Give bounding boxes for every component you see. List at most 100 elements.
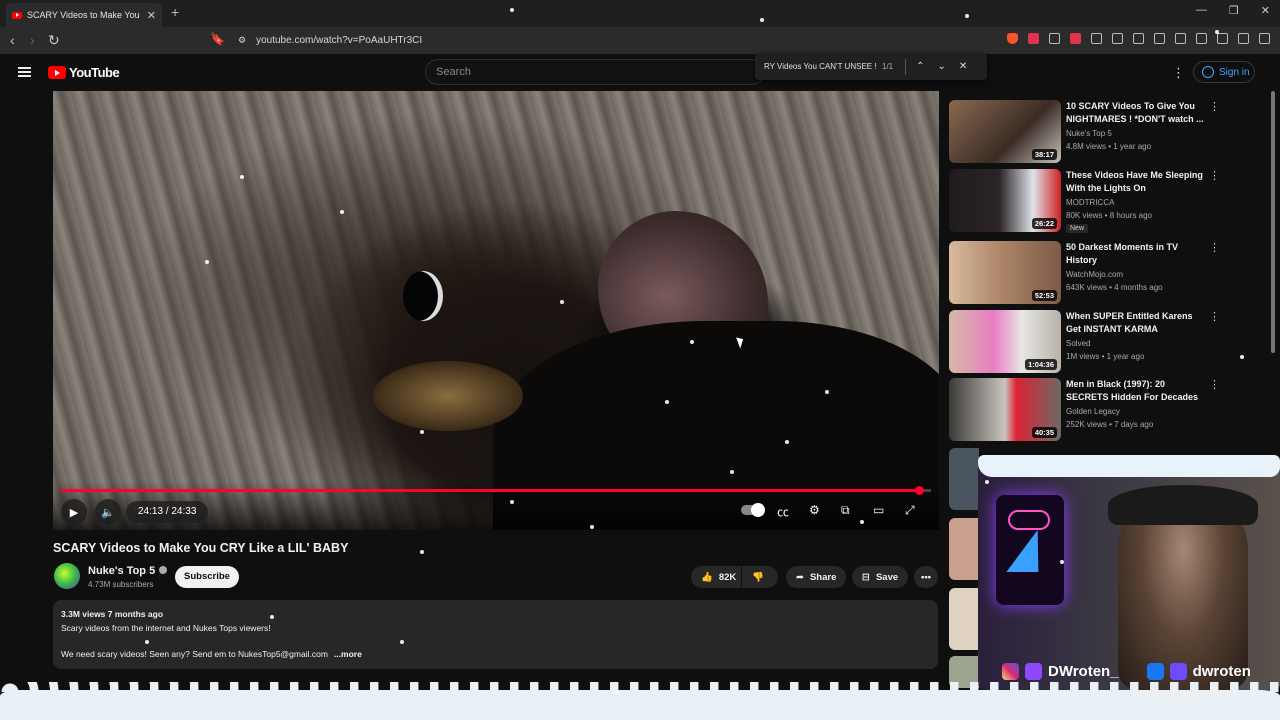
captions-icon[interactable]: ㏄	[777, 503, 789, 520]
wallet-icon[interactable]	[1196, 33, 1207, 44]
find-query-input[interactable]: RY Videos You CAN'T UNSEE !	[764, 62, 876, 71]
close-window-icon[interactable]: ✕	[1261, 4, 1270, 17]
vpn-icon[interactable]	[1238, 33, 1249, 44]
page-scrollbar[interactable]	[1271, 91, 1277, 353]
progress-bar[interactable]	[61, 486, 931, 495]
dislike-button[interactable]: 👎	[742, 566, 778, 588]
video-player[interactable]: ▶ 🔈 24:13 / 24:33 ㏄ ⚙ ⧉ ▭ ⤢	[53, 91, 939, 530]
account-icon	[1202, 66, 1214, 78]
extension-icon[interactable]	[1070, 33, 1081, 44]
extension-icon[interactable]	[1049, 33, 1060, 44]
snowflake	[145, 640, 149, 644]
bookmark-icon[interactable]: 🔖	[210, 32, 225, 46]
minimize-icon[interactable]: —	[1196, 4, 1207, 17]
fullscreen-icon[interactable]: ⤢	[905, 503, 915, 518]
recommendation-channel[interactable]: Golden Legacy	[1066, 407, 1120, 416]
more-options-icon[interactable]: ⋮	[1209, 378, 1220, 391]
recommendation-title[interactable]: 50 Darkest Moments in TV History	[1066, 241, 1206, 267]
bookmark-save-icon: ⊟	[862, 571, 870, 583]
share-button[interactable]: ➦ Share	[786, 566, 847, 588]
progress-fill	[61, 489, 919, 492]
sign-in-button[interactable]: Sign in	[1193, 61, 1255, 83]
description-box[interactable]: 3.3M views 7 months ago Scary videos fro…	[53, 600, 938, 669]
puzzle-icon[interactable]	[1112, 33, 1123, 44]
recommendation-item[interactable]: 38:17 10 SCARY Videos To Give You NIGHTM…	[949, 100, 1269, 164]
music-icon[interactable]	[1154, 33, 1165, 44]
recommendation-channel[interactable]: Solved	[1066, 339, 1090, 348]
find-match-count: 1/1	[882, 62, 894, 71]
recommendation-meta: 80K views • 8 hours ago	[1066, 211, 1152, 220]
cast-icon[interactable]: ▭	[873, 503, 884, 517]
new-tab-button[interactable]: +	[171, 4, 179, 20]
cloud-icon	[1008, 510, 1050, 530]
forward-icon[interactable]: ›	[30, 32, 35, 48]
social-handle: DWroten_	[1048, 663, 1119, 680]
reload-icon[interactable]: ↻	[48, 32, 60, 49]
recommendation-channel[interactable]: MODTRICCA	[1066, 198, 1114, 207]
video-thumbnail[interactable]: 1:04:36	[949, 310, 1061, 373]
recommendation-item[interactable]: 52:53 50 Darkest Moments in TV History W…	[949, 241, 1269, 305]
channel-avatar[interactable]	[54, 563, 80, 589]
thumbs-up-icon: 👍	[701, 571, 713, 583]
hamburger-menu-icon[interactable]	[18, 67, 31, 77]
youtube-logo[interactable]: YouTube	[48, 65, 120, 80]
more-options-icon[interactable]: ⋮	[1172, 65, 1185, 81]
video-thumbnail[interactable]	[949, 448, 979, 510]
save-button[interactable]: ⊟ Save	[852, 566, 909, 588]
video-thumbnail[interactable]: 26:22	[949, 169, 1061, 232]
browser-tab[interactable]: SCARY Videos to Make You C ✕	[6, 3, 162, 27]
scrollbar-thumb[interactable]	[1271, 91, 1275, 353]
site-info-icon[interactable]: ⚙	[238, 35, 246, 46]
url-field[interactable]: ⚙ youtube.com/watch?v=PoAaUHTr3CI	[230, 30, 960, 51]
find-next-icon[interactable]: ⌄	[938, 61, 946, 72]
more-options-icon[interactable]: ⋮	[1209, 310, 1220, 323]
rewards-icon[interactable]	[1028, 33, 1039, 44]
recommendation-channel[interactable]: Nuke's Top 5	[1066, 129, 1112, 138]
leo-icon[interactable]	[1217, 33, 1228, 44]
sidebar-icon[interactable]	[1175, 33, 1186, 44]
recommendation-title[interactable]: Men in Black (1997): 20 SECRETS Hidden F…	[1066, 378, 1206, 404]
autoplay-toggle[interactable]	[741, 503, 765, 517]
video-thumbnail[interactable]	[949, 518, 979, 580]
progress-scrubber[interactable]	[914, 486, 924, 495]
recommendation-meta: 252K views • 7 days ago	[1066, 420, 1154, 429]
restore-icon[interactable]: ❐	[1229, 4, 1239, 17]
recommendation-item[interactable]: 40:35 Men in Black (1997): 20 SECRETS Hi…	[949, 378, 1269, 442]
snowflake	[1240, 355, 1244, 359]
channel-name[interactable]: Nuke's Top 5	[88, 565, 168, 577]
more-actions-button[interactable]: •••	[914, 566, 938, 588]
settings-icon[interactable]: ⚙	[809, 503, 820, 517]
more-options-icon[interactable]: ⋮	[1209, 100, 1220, 113]
like-button[interactable]: 👍 82K	[691, 566, 741, 588]
brave-shield-icon[interactable]	[1007, 33, 1018, 44]
volume-icon[interactable]: 🔈	[95, 499, 121, 525]
verified-icon	[159, 566, 168, 574]
video-thumbnail[interactable]: 40:35	[949, 378, 1061, 441]
recommendation-channel[interactable]: WatchMojo.com	[1066, 270, 1123, 279]
video-title: SCARY Videos to Make You CRY Like a LIL'…	[53, 541, 349, 555]
video-thumbnail[interactable]: 38:17	[949, 100, 1061, 163]
more-options-icon[interactable]: ⋮	[1209, 241, 1220, 254]
recommendation-title[interactable]: These Videos Have Me Sleeping With the L…	[1066, 169, 1206, 195]
recommendation-title[interactable]: When SUPER Entitled Karens Get INSTANT K…	[1066, 310, 1206, 336]
menu-icon[interactable]	[1259, 33, 1270, 44]
play-button[interactable]: ▶	[61, 499, 87, 525]
miniplayer-icon[interactable]: ⧉	[841, 503, 850, 518]
find-previous-icon[interactable]: ⌃	[916, 61, 924, 72]
search-input[interactable]: Search	[425, 59, 765, 85]
subscribe-button[interactable]: Subscribe	[175, 566, 239, 588]
video-thumbnail[interactable]	[949, 588, 979, 650]
more-link[interactable]: ...more	[334, 649, 362, 659]
find-close-icon[interactable]: ✕	[959, 61, 967, 72]
extension-icon[interactable]	[1133, 33, 1144, 44]
extension-icons	[1007, 33, 1270, 44]
extension-icon[interactable]	[1091, 33, 1102, 44]
recommendation-title[interactable]: 10 SCARY Videos To Give You NIGHTMARES !…	[1066, 100, 1206, 126]
recommendation-item[interactable]: 1:04:36 When SUPER Entitled Karens Get I…	[949, 310, 1269, 374]
more-options-icon[interactable]: ⋮	[1209, 169, 1220, 182]
search-placeholder: Search	[436, 66, 471, 78]
back-icon[interactable]: ‹	[10, 32, 15, 48]
recommendation-item[interactable]: 26:22 These Videos Have Me Sleeping With…	[949, 169, 1269, 233]
close-tab-icon[interactable]: ✕	[147, 9, 156, 22]
video-thumbnail[interactable]: 52:53	[949, 241, 1061, 304]
